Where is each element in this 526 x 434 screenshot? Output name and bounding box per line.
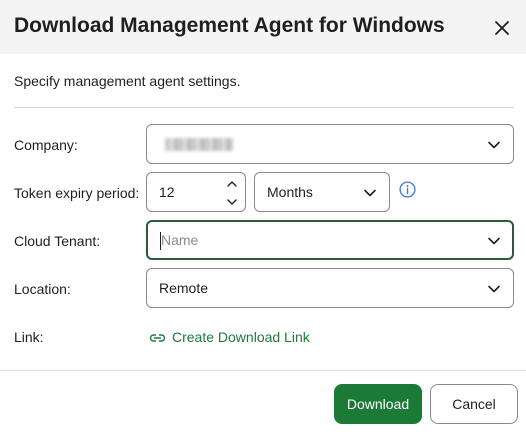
- chevron-down-icon: [364, 189, 376, 197]
- company-select[interactable]: [146, 124, 514, 164]
- token-expiry-label: Token expiry period:: [14, 185, 140, 201]
- dialog-title: Download Management Agent for Windows: [14, 14, 445, 37]
- chevron-down-icon: [488, 141, 500, 149]
- stepper-down-icon[interactable]: [225, 195, 239, 209]
- link-label: Link:: [14, 329, 44, 345]
- cancel-button[interactable]: Cancel: [430, 384, 518, 424]
- chevron-down-icon: [488, 237, 500, 245]
- footer-divider: [0, 370, 526, 371]
- token-expiry-unit-value: Months: [267, 184, 313, 200]
- create-download-link[interactable]: Create Download Link: [149, 329, 310, 345]
- chevron-down-icon: [488, 285, 500, 293]
- token-expiry-value: 12: [159, 184, 175, 200]
- token-expiry-unit-select[interactable]: Months: [254, 172, 390, 212]
- close-icon: [495, 21, 509, 35]
- dialog-header: Download Management Agent for Windows: [0, 0, 526, 54]
- token-expiry-stepper[interactable]: 12: [146, 172, 246, 212]
- company-label: Company:: [14, 137, 78, 153]
- close-button[interactable]: [488, 14, 516, 42]
- info-icon[interactable]: [399, 181, 416, 198]
- location-value: Remote: [159, 280, 209, 296]
- link-icon: [149, 334, 166, 342]
- stepper-controls: [225, 177, 239, 209]
- location-label: Location:: [14, 281, 71, 297]
- dialog-subtitle: Specify management agent settings.: [14, 73, 241, 89]
- download-agent-dialog: Download Management Agent for Windows Sp…: [0, 0, 526, 434]
- cloud-tenant-label: Cloud Tenant:: [14, 233, 101, 249]
- cloud-tenant-placeholder: Name: [161, 232, 199, 248]
- download-button[interactable]: Download: [334, 384, 422, 424]
- location-select[interactable]: Remote: [146, 268, 514, 308]
- cloud-tenant-input[interactable]: Name: [146, 220, 514, 260]
- section-divider: [14, 107, 514, 108]
- company-value-redacted: [165, 138, 233, 151]
- create-download-link-text: Create Download Link: [172, 329, 310, 345]
- stepper-up-icon[interactable]: [225, 177, 239, 191]
